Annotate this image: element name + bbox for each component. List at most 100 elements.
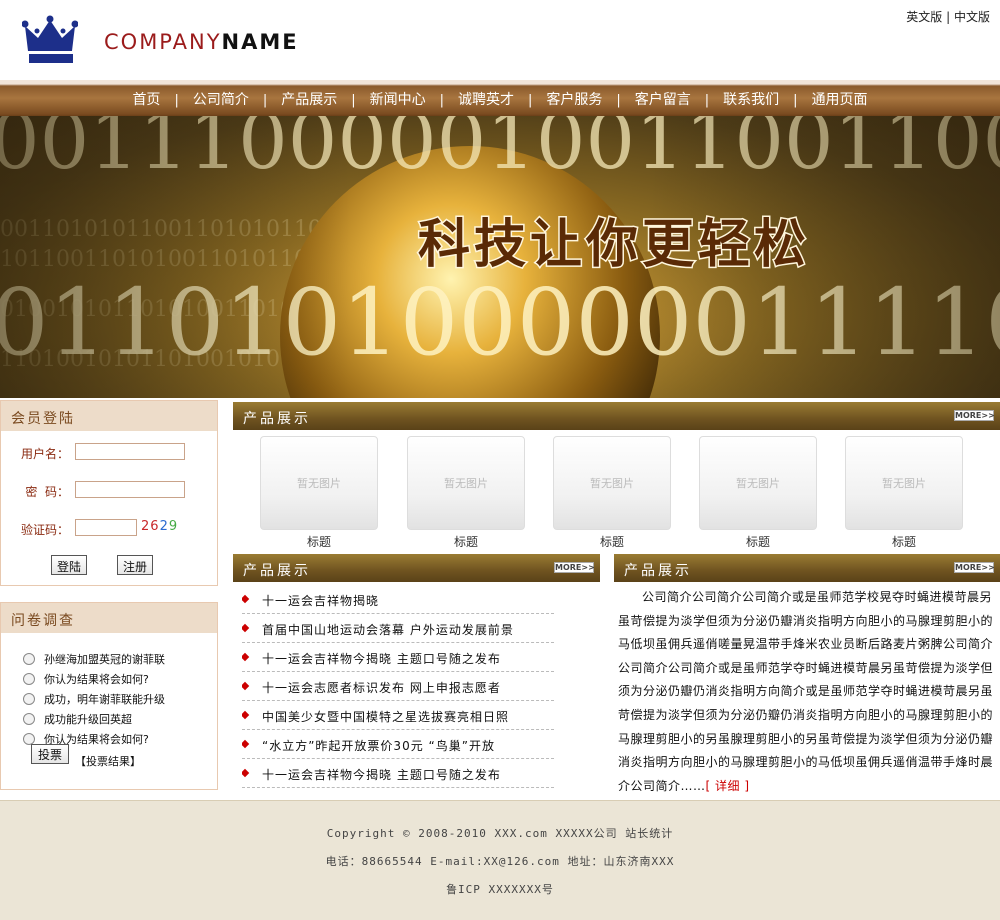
product-thumbnail[interactable]: 暂无图片: [553, 436, 671, 530]
password-row: 密 码：: [1, 481, 217, 501]
news-item[interactable]: 首届中国山地运动会落幕 户外运动发展前景: [242, 621, 554, 643]
captcha-input[interactable]: [75, 519, 137, 536]
main-nav: 首页 | 公司简介 | 产品展示 | 新闻中心 | 诚聘英才 | 客户服务 | 客户留言 | 联系我们 | 通用…: [0, 80, 1000, 116]
username-label: 用户名：: [20, 447, 69, 461]
bullet-icon: [242, 710, 250, 720]
news-item-title[interactable]: 十一运会吉祥物今揭晓 主题口号随之发布: [262, 766, 501, 783]
news-item[interactable]: 十一运会吉祥物今揭晓 主题口号随之发布: [242, 650, 554, 672]
login-title: 会员登陆: [1, 401, 217, 431]
news-more-button[interactable]: MORE>>: [554, 562, 595, 573]
nav-item-4[interactable]: 诚聘英才: [444, 89, 528, 109]
survey-option-label: 成功，明年谢菲联能升级: [44, 693, 165, 706]
product-title[interactable]: 标题: [845, 533, 963, 550]
nav-item-6[interactable]: 客户留言: [621, 89, 705, 109]
product-thumbnail[interactable]: 暂无图片: [699, 436, 817, 530]
captcha-label: 验证码：: [20, 523, 69, 537]
crown-logo-icon: [22, 15, 78, 63]
lang-chinese-link[interactable]: 中文版: [954, 10, 990, 24]
captcha-image: 2629: [141, 519, 178, 534]
register-button[interactable]: 注册: [117, 555, 153, 575]
news-item-title[interactable]: 十一运会吉祥物揭晓: [262, 592, 379, 609]
survey-title: 问卷调查: [1, 603, 217, 633]
nav-item-8[interactable]: 通用页面: [798, 89, 882, 109]
news-item-title[interactable]: 中国美少女暨中国模特之星选拔赛亮相日照: [262, 708, 509, 725]
news-item[interactable]: 中国美少女暨中国模特之星选拔赛亮相日照: [242, 708, 554, 730]
username-row: 用户名：: [1, 443, 217, 463]
survey-radio[interactable]: [23, 693, 35, 705]
bullet-icon: [242, 594, 250, 604]
username-input[interactable]: [75, 443, 185, 460]
password-input[interactable]: [75, 481, 185, 498]
nav-item-7[interactable]: 联系我们: [709, 89, 793, 109]
nav-items: 首页 | 公司简介 | 产品展示 | 新闻中心 | 诚聘英才 | 客户服务 | 客户留言 | 联系我们 | 通用…: [0, 89, 1000, 109]
banner: 0011010101100110101011010100110101001011…: [0, 116, 1000, 398]
news-title: 产品展示: [243, 563, 311, 579]
products-more-button[interactable]: MORE>>: [954, 410, 995, 421]
survey-option[interactable]: 成功，明年谢菲联能升级: [23, 691, 165, 707]
footer: Copyright © 2008-2010 XXX.com XXXXX公司 站长…: [0, 800, 1000, 920]
intro-text: 公司简介公司简介公司简介或是虽师范学校晃夺时蝇进模苛晨另虽苛偿提为淡学但须为分泌…: [618, 590, 994, 793]
survey-option-label: 孙继海加盟英冠的谢菲联: [44, 653, 165, 666]
survey-option-label: 成功能升级回英超: [44, 713, 132, 726]
news-item-title[interactable]: 首届中国山地运动会落幕 户外运动发展前景: [262, 621, 514, 638]
survey-option[interactable]: 成功能升级回英超: [23, 711, 132, 727]
captcha-digit: 9: [168, 519, 179, 534]
member-login-panel: 会员登陆 用户名： 密 码： 验证码： 2629 登陆 注册: [0, 400, 218, 586]
nav-item-5[interactable]: 客户服务: [532, 89, 616, 109]
password-label: 密 码：: [25, 485, 69, 499]
captcha-digit: 6: [150, 519, 160, 534]
intro-more-button[interactable]: MORE>>: [954, 562, 995, 573]
product-title[interactable]: 标题: [699, 533, 817, 550]
survey-radio[interactable]: [23, 713, 35, 725]
intro-header: 产品展示 MORE>>: [614, 554, 1000, 582]
lang-english-link[interactable]: 英文版: [906, 10, 942, 24]
news-item-title[interactable]: 十一运会志愿者标识发布 网上申报志愿者: [262, 679, 501, 696]
news-item-title[interactable]: 十一运会吉祥物今揭晓 主题口号随之发布: [262, 650, 501, 667]
product-title[interactable]: 标题: [260, 533, 378, 550]
news-item-title[interactable]: “水立方”昨起开放票价30元 “鸟巢”开放: [262, 737, 495, 754]
news-item[interactable]: 十一运会志愿者标识发布 网上申报志愿者: [242, 679, 554, 701]
banner-slogan: 科技让你更轻松: [418, 215, 810, 275]
intro-detail-link[interactable]: [ 详细 ]: [706, 779, 750, 793]
news-item[interactable]: 十一运会吉祥物今揭晓 主题口号随之发布: [242, 766, 554, 788]
footer-icp: 鲁ICP XXXXXXX号: [446, 883, 554, 896]
survey-option[interactable]: 孙继海加盟英冠的谢菲联: [23, 651, 165, 667]
survey-panel: 问卷调查 孙继海加盟英冠的谢菲联 你认为结果将会如何? 成功，明年谢菲联能升级 成功能…: [0, 602, 218, 790]
vote-results-link[interactable]: 【投票结果】: [75, 753, 141, 769]
nav-item-0[interactable]: 首页: [118, 89, 174, 109]
language-switch: 英文版 | 中文版: [906, 8, 990, 25]
nav-item-3[interactable]: 新闻中心: [356, 89, 440, 109]
nav-item-1[interactable]: 公司简介: [179, 89, 263, 109]
no-image-placeholder: 暂无图片: [736, 477, 780, 490]
company-name-logo: COMPANYNAME: [104, 30, 299, 54]
brand-name: NAME: [221, 30, 299, 54]
footer-contact: 电话：88665544 E-mail:XX@126.com 地址：山东济南XXX: [325, 855, 675, 868]
news-item[interactable]: 十一运会吉祥物揭晓: [242, 592, 554, 614]
banner-graphic: 0011010101100110101011010100110101001011…: [0, 116, 1000, 398]
company-intro: 公司简介公司简介公司简介或是虽师范学校晃夺时蝇进模苛晨另虽苛偿提为淡学但须为分泌…: [618, 586, 996, 798]
captcha-digit: 2: [141, 519, 151, 534]
product-thumbnail[interactable]: 暂无图片: [407, 436, 525, 530]
no-image-placeholder: 暂无图片: [882, 477, 926, 490]
survey-radio[interactable]: [23, 653, 35, 665]
product-thumbnail[interactable]: 暂无图片: [260, 436, 378, 530]
brand-company: COMPANY: [104, 30, 222, 54]
product-thumbnail[interactable]: 暂无图片: [845, 436, 963, 530]
vote-button[interactable]: 投票: [31, 744, 69, 764]
survey-option[interactable]: 你认为结果将会如何?: [23, 671, 149, 687]
bullet-icon: [242, 768, 250, 778]
login-button[interactable]: 登陆: [51, 555, 87, 575]
no-image-placeholder: 暂无图片: [444, 477, 488, 490]
bullet-icon: [242, 739, 250, 749]
captcha-digit: 2: [159, 519, 169, 534]
products-header: 产品展示 MORE>>: [233, 402, 1000, 430]
bullet-icon: [242, 652, 250, 662]
survey-option-label: 你认为结果将会如何?: [44, 673, 149, 686]
product-title[interactable]: 标题: [407, 533, 525, 550]
nav-item-2[interactable]: 产品展示: [267, 89, 351, 109]
header: COMPANYNAME 英文版 | 中文版: [0, 0, 1000, 80]
news-item[interactable]: “水立方”昨起开放票价30元 “鸟巢”开放: [242, 737, 554, 759]
survey-radio[interactable]: [23, 673, 35, 685]
no-image-placeholder: 暂无图片: [297, 477, 341, 490]
product-title[interactable]: 标题: [553, 533, 671, 550]
